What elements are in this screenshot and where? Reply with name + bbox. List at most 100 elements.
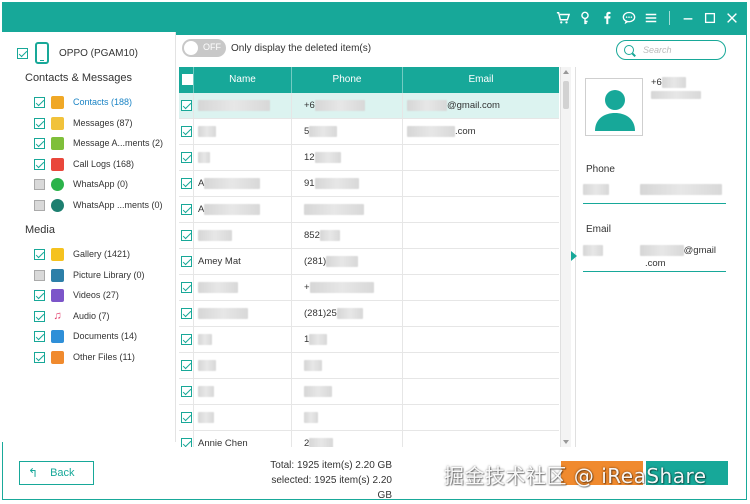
picture-library-checkbox[interactable]: [34, 269, 45, 281]
close-icon[interactable]: [724, 9, 740, 27]
menu-icon[interactable]: [643, 9, 659, 27]
redacted-name: [204, 203, 261, 215]
select-all-checkbox[interactable]: [182, 74, 193, 85]
minimize-icon[interactable]: [680, 9, 696, 27]
table-row[interactable]: [179, 353, 559, 379]
table-row[interactable]: 12: [179, 145, 559, 171]
table-row[interactable]: 5 .com: [179, 119, 559, 145]
documents-checkbox[interactable]: [34, 330, 45, 342]
watermark: 掘金技术社区 @ iReaShare: [444, 464, 707, 488]
contacts-checkbox[interactable]: [34, 96, 45, 108]
title-bar: [3, 3, 746, 35]
table-row[interactable]: (281)25: [179, 301, 559, 327]
maximize-icon[interactable]: [702, 9, 718, 27]
redacted-phone: [326, 255, 359, 267]
sidebar-item-call-logs[interactable]: Call Logs (168): [34, 154, 134, 174]
row-checkbox[interactable]: [181, 178, 192, 189]
table-row[interactable]: [179, 379, 559, 405]
back-button[interactable]: ↰ Back: [19, 461, 94, 485]
search-input[interactable]: [643, 43, 721, 57]
whatsapp-attachments-checkbox[interactable]: [34, 199, 45, 211]
facebook-icon[interactable]: [599, 9, 615, 27]
section-title-media: Media: [25, 224, 55, 236]
sidebar-item-label: Gallery (1421): [73, 249, 131, 259]
chat-icon[interactable]: [621, 9, 637, 27]
row-checkbox[interactable]: [181, 282, 192, 293]
search-box[interactable]: [616, 40, 726, 60]
row-checkbox[interactable]: [181, 126, 192, 137]
table-row[interactable]: 1: [179, 327, 559, 353]
row-checkbox[interactable]: [181, 230, 192, 241]
redacted-phone: [304, 385, 332, 397]
table-row[interactable]: +: [179, 275, 559, 301]
sidebar-item-messages[interactable]: Messages (87): [34, 113, 133, 133]
scroll-thumb[interactable]: [563, 81, 569, 109]
redacted-name: [198, 229, 232, 241]
table-row[interactable]: Annie Chen 2: [179, 431, 559, 447]
detail-email-line2: .com: [645, 258, 666, 269]
sidebar-item-documents[interactable]: Documents (14): [34, 326, 137, 346]
videos-checkbox[interactable]: [34, 289, 45, 301]
row-checkbox[interactable]: [181, 204, 192, 215]
redacted-phone: [309, 333, 328, 345]
gallery-checkbox[interactable]: [34, 248, 45, 260]
audio-checkbox[interactable]: [34, 310, 45, 322]
device-checkbox[interactable]: [17, 47, 28, 59]
other-files-checkbox[interactable]: [34, 351, 45, 363]
document-icon: [51, 329, 64, 343]
column-header-phone[interactable]: Phone: [292, 67, 403, 93]
sidebar-item-message-attachments[interactable]: Message A...ments (2): [34, 133, 163, 153]
redacted-name: [198, 281, 238, 293]
row-checkbox[interactable]: [181, 308, 192, 319]
back-arrow-icon: ↰: [28, 466, 39, 480]
row-checkbox[interactable]: [181, 386, 192, 397]
row-checkbox[interactable]: [181, 334, 192, 345]
sidebar-item-picture-library[interactable]: Picture Library (0): [34, 265, 145, 285]
redacted-name: [198, 411, 214, 423]
redacted-phone: [661, 77, 686, 88]
call-logs-checkbox[interactable]: [34, 158, 45, 170]
sidebar-item-gallery[interactable]: Gallery (1421): [34, 244, 130, 264]
message-attachments-checkbox[interactable]: [34, 137, 45, 149]
detail-phone-field: [583, 180, 726, 204]
sidebar-item-audio[interactable]: ♫ Audio (7): [34, 306, 110, 326]
row-checkbox[interactable]: [181, 360, 192, 371]
table-row[interactable]: 852: [179, 223, 559, 249]
device-row[interactable]: OPPO (PGAM10): [17, 42, 138, 64]
row-checkbox[interactable]: [181, 412, 192, 423]
sidebar-item-other-files[interactable]: Other Files (11): [34, 347, 135, 367]
table-row[interactable]: A 91: [179, 171, 559, 197]
messages-checkbox[interactable]: [34, 117, 45, 129]
contacts-table: Name Phone Email +6 @gmail.com 5 .com 12…: [179, 67, 559, 447]
table-row[interactable]: A: [179, 197, 559, 223]
cart-icon[interactable]: [555, 9, 571, 27]
sidebar-item-label: Call Logs (168): [73, 159, 135, 169]
sidebar-item-videos[interactable]: Videos (27): [34, 285, 119, 305]
sidebar-item-whatsapp[interactable]: WhatsApp (0): [34, 174, 128, 194]
redacted-name: [198, 125, 216, 137]
row-checkbox[interactable]: [181, 100, 192, 111]
whatsapp-checkbox[interactable]: [34, 178, 45, 190]
column-header-name[interactable]: Name: [194, 67, 292, 93]
row-checkbox[interactable]: [181, 256, 192, 267]
table-row[interactable]: Amey Mat (281): [179, 249, 559, 275]
key-icon[interactable]: [577, 9, 593, 27]
row-checkbox[interactable]: [181, 438, 192, 447]
table-row[interactable]: [179, 405, 559, 431]
category-sidebar: OPPO (PGAM10) Contacts & Messages Contac…: [0, 32, 176, 442]
title-separator: [669, 11, 670, 25]
column-header-email[interactable]: Email: [403, 67, 559, 93]
row-phone: (281): [304, 256, 327, 267]
sidebar-item-label: Audio (7): [73, 311, 110, 321]
row-checkbox[interactable]: [181, 152, 192, 163]
deleted-only-toggle[interactable]: OFF: [182, 39, 226, 57]
scroll-down-icon[interactable]: [563, 440, 569, 444]
person-icon: [595, 90, 635, 131]
scroll-up-icon[interactable]: [563, 70, 569, 74]
sidebar-item-whatsapp-attachments[interactable]: WhatsApp ...ments (0): [34, 195, 163, 215]
table-row[interactable]: +6 @gmail.com: [179, 93, 559, 119]
header-select-all[interactable]: [179, 67, 194, 93]
sidebar-item-contacts[interactable]: Contacts (188): [34, 92, 132, 112]
table-scrollbar[interactable]: [560, 67, 571, 447]
redacted-name: [198, 307, 248, 319]
